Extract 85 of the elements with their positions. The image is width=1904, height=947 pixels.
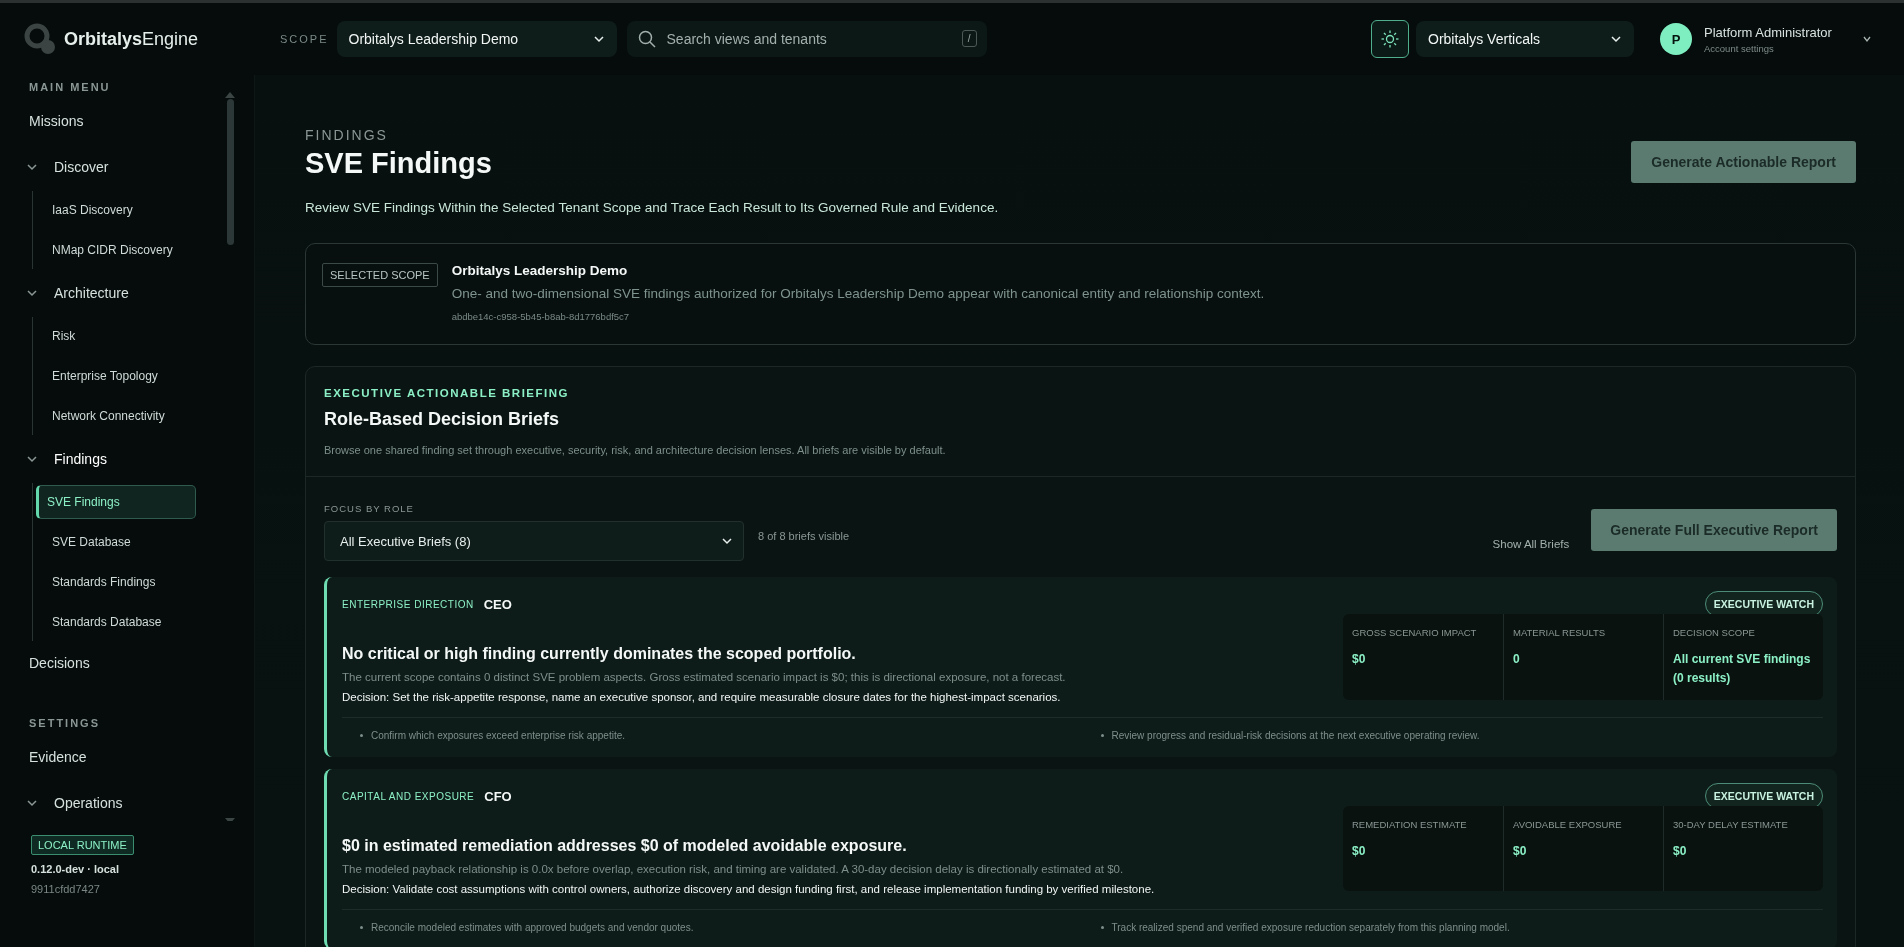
sidebar-subitem[interactable]: NMap CIDR Discovery [36,233,196,267]
status-badge: EXECUTIVE WATCH [1704,591,1823,617]
metric-label: AVOIDABLE EXPOSURE [1513,819,1623,830]
sidebar-item[interactable]: Evidence [0,735,214,779]
show-all-link[interactable]: Show All Briefs [1492,537,1570,550]
sidebar-subitem[interactable]: SVE Findings [36,485,196,519]
user-avatar[interactable]: P [1660,23,1692,55]
scroll-up-icon [224,91,236,99]
sidebar-group[interactable]: Operations [0,779,214,821]
brand-name: OrbitalysEngine [64,28,199,50]
shortcut-key: / [961,30,977,47]
sidebar-subitem[interactable]: Enterprise Topology [36,359,196,393]
sun-icon [1380,29,1400,49]
sidebar-subitem[interactable]: SVE Database [36,525,196,559]
scope-label: SCOPE [280,33,329,45]
metric-label: REMEDIATION ESTIMATE [1352,819,1468,830]
section-description: Browse one shared finding set through executive, security, risk, and architecture decision lenses. All briefs are visible by default. [324,444,947,456]
sidebar-subitem[interactable]: Risk [36,319,196,353]
chevron-down-icon [26,453,38,465]
chevron-down-icon [592,33,605,45]
scope-tag: SELECTED SCOPE [322,263,438,287]
brief-headline: No critical or high finding currently dominates the scoped portfolio. [342,645,857,663]
section-label: SETTINGS [28,716,101,731]
page-title: SVE Findings [305,147,493,180]
metric-value: $0 [1513,843,1528,860]
sidebar-group[interactable]: Discover [0,143,214,191]
vertical-select[interactable]: Orbitalys Verticals [1416,21,1634,57]
brief-category: ENTERPRISE DIRECTION [342,598,474,610]
metric-value: $0 [1352,651,1367,668]
runtime-badge: LOCAL RUNTIME [31,835,134,855]
brief-summary: The current scope contains 0 distinct SVE problem aspects. Gross estimated scenario impact is $0; this is directional exposure, not a forecast. [342,671,1067,683]
metric-value: 0 [1513,651,1521,668]
page-subtitle: Review SVE Findings Within the Selected Tenant Scope and Trace Each Result to Its Governed Rule and Evidence. [305,200,999,215]
chevron-down-icon [26,287,38,299]
metric-value: $0 [1352,843,1367,860]
theme-toggle[interactable] [1371,20,1409,58]
sidebar-group[interactable]: Architecture [0,269,214,317]
brief-role: CFO [484,788,512,804]
account-settings-link[interactable]: Account settings [1704,42,1862,54]
logo-icon [24,23,56,55]
build-hash: 9911cfdd7427 [31,883,100,895]
role-select[interactable]: All Executive Briefs (8) [324,521,744,561]
chevron-down-icon [1862,34,1872,44]
brief-decision: Decision: Set the risk-appetite response, name an executive sponsor, and require measurable closure dates for the highest-impact scenarios. [342,691,1062,703]
scope-name: Orbitalys Leadership Demo [451,263,629,278]
chevron-down-icon [721,535,733,547]
action-item: Confirm which exposures exceed enterprise risk appetite. [342,730,1083,741]
sidebar-item[interactable]: Decisions [0,641,214,685]
chevron-down-icon [26,797,38,809]
sidebar-subitem[interactable]: Standards Findings [36,565,196,599]
eyebrow-label: EXECUTIVE ACTIONABLE BRIEFING [324,387,570,399]
sidebar-group[interactable]: Findings [0,435,214,483]
section-label: MAIN MENU [28,80,112,95]
metric-label: 30-DAY DELAY ESTIMATE [1673,819,1789,830]
scope-select[interactable]: Orbitalys Leadership Demo [336,21,617,57]
scrollbar-thumb[interactable] [227,99,234,245]
metric-label: MATERIAL RESULTS [1513,627,1607,638]
eyebrow-label: FINDINGS [305,127,389,143]
sidebar-subitem[interactable]: Standards Database [36,605,196,639]
metric-value: $0 [1673,843,1688,860]
scope-id: abdbe14c-c958-5b45-b8ab-8d1776bdf5c7 [451,311,631,322]
brief-decision: Decision: Validate cost assumptions with control owners, authorize discovery and design funding first, and release implementation funding by verified milestone. [342,883,1156,895]
action-item: Reconcile modeled estimates with approved budgets and vendor quotes. [342,922,1083,933]
chevron-down-icon [26,161,38,173]
chevron-down-icon [1610,33,1622,45]
action-item: Review progress and residual-risk decisions at the next executive operating review. [1082,730,1823,741]
metric-label: GROSS SCENARIO IMPACT [1352,627,1478,638]
sidebar-subitem[interactable]: Network Connectivity [36,399,196,433]
version-text: 0.12.0-dev · local [31,863,120,875]
scope-description: One- and two-dimensional SVE findings authorized for Orbitalys Leadership Demo appear with canonical entity and relationship context. [451,286,1265,301]
filter-label: FOCUS BY ROLE [324,503,415,514]
brief-role: CEO [483,596,512,612]
section-title: Role-Based Decision Briefs [324,409,561,430]
search-icon [637,30,656,48]
status-badge: EXECUTIVE WATCH [1704,783,1823,809]
action-item: Track realized spend and verified exposure reduction separately from this planning model. [1082,922,1823,933]
brief-category: CAPITAL AND EXPOSURE [342,790,475,802]
visible-count: 8 of 8 briefs visible [758,530,850,542]
metric-value: All current SVE findings (0 results) [1673,651,1812,688]
user-name: Platform Administrator [1704,24,1833,40]
metric-label: DECISION SCOPE [1673,627,1756,638]
brief-summary: The modeled payback relationship is 0.0x before overlap, execution risk, and timing are validated. A 30-day decision delay is directionally estimated at $0. [342,863,1125,875]
sidebar-subitem[interactable]: IaaS Discovery [36,193,196,227]
brief-headline: $0 in estimated remediation addresses $0 of modeled avoidable exposure. [342,837,908,855]
sidebar-item[interactable]: Missions [0,99,214,143]
